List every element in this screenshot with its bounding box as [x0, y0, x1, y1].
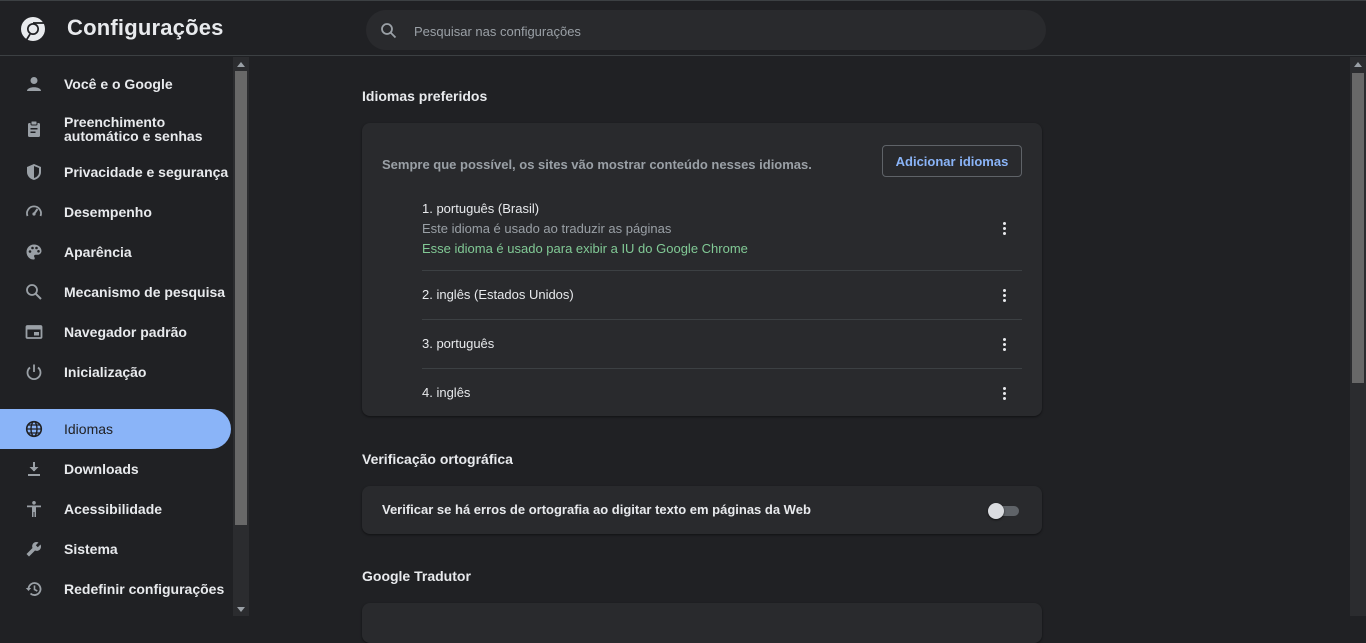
more-options-icon[interactable]	[994, 285, 1014, 305]
list-item: 3. português	[422, 336, 1022, 356]
language-ui-note: Esse idioma é usado para exibir a IU do …	[422, 241, 748, 256]
history-icon	[24, 579, 44, 599]
sidebar-item-label: Sistema	[64, 541, 118, 557]
list-item: 4. inglês	[422, 385, 1022, 405]
toggle-knob	[988, 503, 1004, 519]
sidebar-item-label: Desempenho	[64, 204, 152, 220]
sidebar-item-navegador-padrao[interactable]: Navegador padrão	[0, 312, 231, 352]
search-box[interactable]	[366, 10, 1046, 52]
sidebar-item-label: Downloads	[64, 461, 139, 477]
sidebar-item-voce-e-o-google[interactable]: Você e o Google	[0, 64, 231, 104]
more-options-icon[interactable]	[994, 218, 1014, 238]
language-subtitle: Este idioma é usado ao traduzir as págin…	[422, 221, 672, 236]
sidebar-item-desempenho[interactable]: Desempenho	[0, 192, 231, 232]
languages-description: Sempre que possível, os sites vão mostra…	[382, 157, 812, 172]
search-input[interactable]	[412, 10, 1016, 52]
sidebar-item-aparencia[interactable]: Aparência	[0, 232, 231, 272]
list-item: 2. inglês (Estados Unidos)	[422, 287, 1022, 307]
translate-card	[362, 603, 1042, 643]
scroll-up-arrow-icon[interactable]	[1354, 62, 1362, 67]
search-icon	[24, 282, 44, 302]
add-languages-button[interactable]: Adicionar idiomas	[882, 145, 1022, 177]
main-scrollbar[interactable]	[1350, 57, 1366, 616]
sidebar-item-privacidade[interactable]: Privacidade e segurança	[0, 152, 231, 192]
spellcheck-card: Verificar se há erros de ortografia ao d…	[362, 486, 1042, 534]
top-bar: Configurações	[0, 0, 1366, 56]
chrome-logo-icon	[21, 17, 45, 42]
sidebar-item-idiomas[interactable]: Idiomas	[0, 409, 231, 449]
sidebar-item-label: Você e o Google	[64, 76, 173, 92]
wrench-icon	[24, 539, 44, 559]
divider	[422, 270, 1022, 271]
globe-icon	[24, 419, 44, 439]
spellcheck-toggle[interactable]	[988, 503, 1020, 519]
list-item: 1. português (Brasil) Este idioma é usad…	[422, 201, 1022, 261]
scrollbar-thumb[interactable]	[1352, 73, 1364, 383]
sidebar-item-mecanismo-de-pesquisa[interactable]: Mecanismo de pesquisa	[0, 272, 231, 312]
section-title-verificacao-ortografica: Verificação ortográfica	[362, 451, 513, 467]
sidebar-item-inicializacao[interactable]: Inicialização	[0, 352, 231, 392]
sidebar-item-redefinir[interactable]: Redefinir configurações	[0, 569, 231, 609]
sidebar-item-label: Redefinir configurações	[64, 581, 225, 597]
shield-icon	[24, 162, 44, 182]
page-title: Configurações	[67, 15, 224, 40]
scroll-up-arrow-icon[interactable]	[237, 62, 245, 67]
more-options-icon[interactable]	[994, 334, 1014, 354]
sidebar: Você e o Google Preenchimento automático…	[0, 57, 232, 616]
speedometer-icon	[24, 202, 44, 222]
sidebar-item-label: Aparência	[64, 244, 132, 260]
sidebar-item-label: Navegador padrão	[64, 324, 187, 340]
language-name: 3. português	[422, 336, 495, 351]
sidebar-item-label-line2: automático e senhas	[64, 128, 203, 144]
sidebar-item-label: Acessibilidade	[64, 501, 163, 517]
language-name: 2. inglês (Estados Unidos)	[422, 287, 574, 302]
person-icon	[24, 74, 44, 94]
search-icon	[381, 23, 397, 39]
palette-icon	[24, 242, 44, 262]
spellcheck-label: Verificar se há erros de ortografia ao d…	[382, 502, 811, 517]
clipboard-icon	[24, 119, 44, 139]
divider	[422, 368, 1022, 369]
language-name: 1. português (Brasil)	[422, 201, 540, 216]
sidebar-item-label: Mecanismo de pesquisa	[64, 284, 226, 300]
sidebar-item-label-line1: Preenchimento	[64, 114, 166, 130]
sidebar-item-label: Privacidade e segurança	[64, 164, 229, 180]
sidebar-scrollbar[interactable]	[233, 57, 249, 616]
sidebar-item-label: Idiomas	[64, 421, 114, 437]
sidebar-item-label: Inicialização	[64, 364, 147, 380]
languages-card: Sempre que possível, os sites vão mostra…	[362, 123, 1042, 416]
sidebar-item-autofill[interactable]: Preenchimento automático e senhas	[0, 108, 231, 150]
divider	[422, 319, 1022, 320]
sidebar-item-acessibilidade[interactable]: Acessibilidade	[0, 489, 231, 529]
scrollbar-thumb[interactable]	[235, 71, 247, 525]
sidebar-item-downloads[interactable]: Downloads	[0, 449, 231, 489]
scroll-down-arrow-icon[interactable]	[237, 607, 245, 612]
power-icon	[24, 362, 44, 382]
section-title-idiomas-preferidos: Idiomas preferidos	[362, 88, 488, 104]
language-name: 4. inglês	[422, 385, 471, 400]
sidebar-item-sistema[interactable]: Sistema	[0, 529, 231, 569]
more-options-icon[interactable]	[994, 383, 1014, 403]
accessibility-icon	[24, 499, 44, 519]
browser-icon	[24, 322, 44, 342]
section-title-google-tradutor: Google Tradutor	[362, 568, 471, 584]
download-icon	[24, 459, 44, 479]
